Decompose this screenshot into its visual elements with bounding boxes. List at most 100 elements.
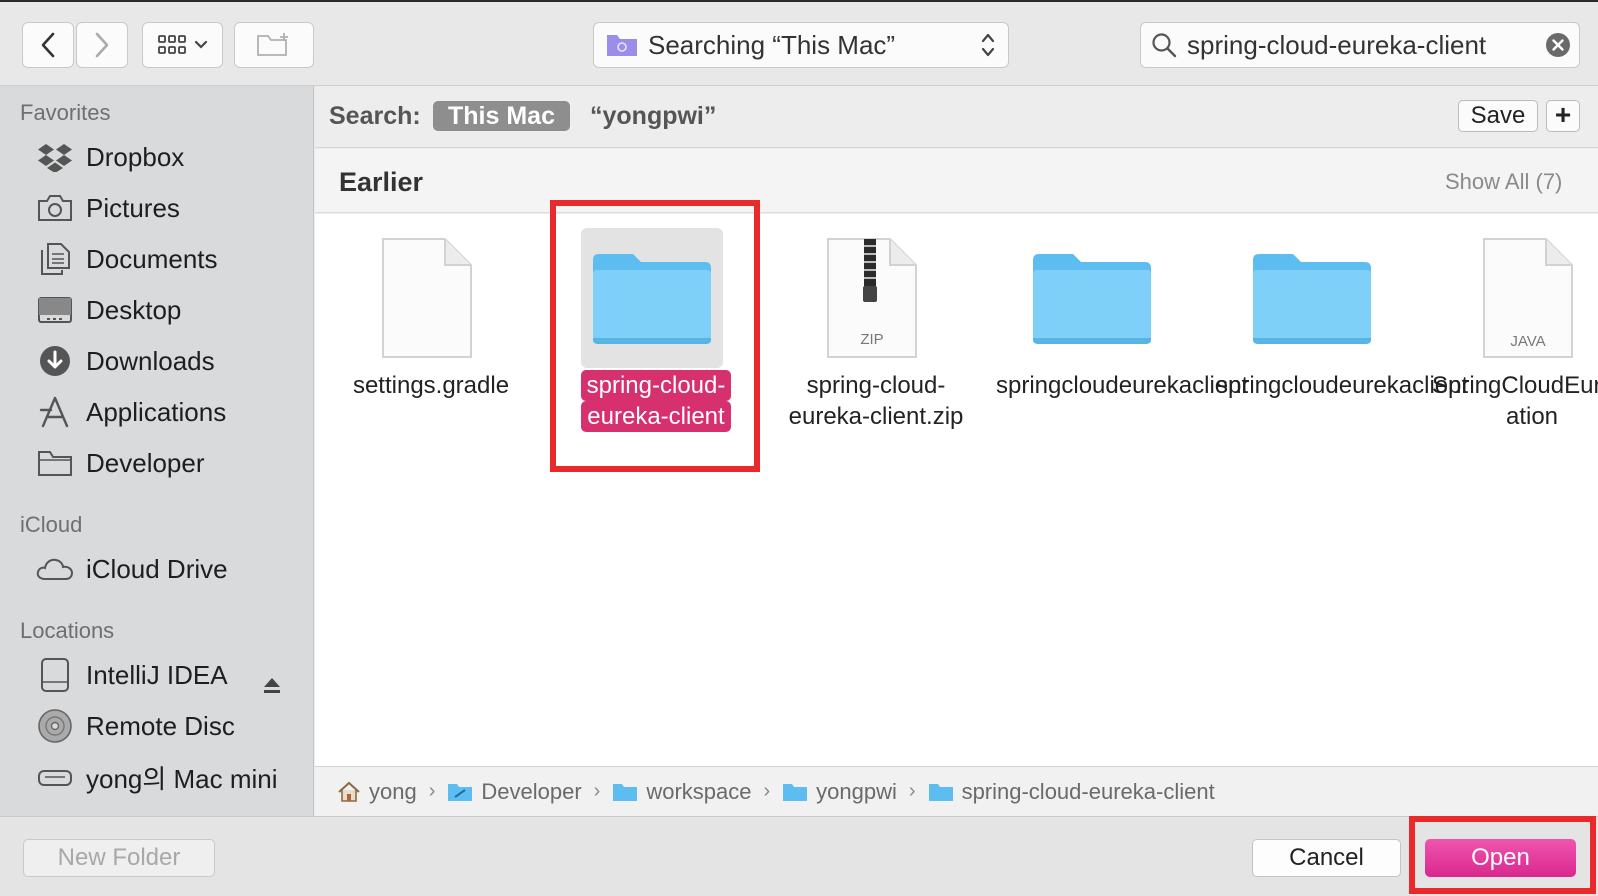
path-crumb-label: workspace	[646, 778, 752, 804]
cloud-icon	[36, 552, 74, 586]
sidebar-item-label: Documents	[86, 243, 218, 274]
sidebar-item-label: Downloads	[86, 345, 215, 376]
folder-icon	[1021, 228, 1163, 368]
show-all-link[interactable]: Show All (7)	[1445, 169, 1562, 195]
sidebar-item-icloud-drive[interactable]: iCloud Drive	[36, 549, 228, 589]
sidebar-item-intellij-idea[interactable]: IntelliJ IDEA	[36, 655, 228, 695]
sidebar-item-downloads[interactable]: Downloads	[36, 341, 215, 381]
locations-heading: Locations	[20, 618, 115, 643]
folder-icon	[782, 782, 808, 802]
save-search-button[interactable]: Save	[1458, 100, 1538, 132]
add-criteria-button[interactable]: +	[1546, 100, 1580, 132]
disc-icon	[36, 709, 74, 743]
section-header: Earlier Show All (7)	[315, 149, 1598, 213]
search-input[interactable]: spring-cloud-eureka-client	[1187, 30, 1545, 61]
chevron-right-icon: ›	[763, 780, 771, 802]
back-button[interactable]	[22, 22, 74, 68]
sidebar-item-label: Developer	[86, 447, 205, 478]
forward-button[interactable]	[76, 22, 128, 68]
sidebar: Favorites Dropbox Pictures Documents Des…	[0, 86, 314, 816]
sidebar-item-label: Remote Disc	[86, 710, 235, 741]
open-button[interactable]: Open	[1425, 839, 1576, 877]
applications-icon	[36, 395, 74, 429]
file-name: spring-cloud-eureka-client	[580, 370, 732, 432]
folder-icon	[36, 446, 74, 480]
folder-icon	[928, 782, 954, 802]
chevron-right-icon: ›	[908, 780, 916, 802]
zip-archive-icon: ZIP	[801, 228, 943, 368]
file-name: springcloudeurekaclient	[996, 372, 1249, 399]
location-popup[interactable]: Searching “This Mac”	[593, 22, 1009, 68]
toolbar: Searching “This Mac” spring-cloud-eureka…	[0, 0, 1598, 86]
folder-icon	[612, 782, 638, 802]
path-crumb[interactable]: yong	[337, 779, 417, 805]
folder-icon	[1241, 228, 1383, 368]
new-folder-toolbar-button[interactable]	[234, 22, 314, 68]
scope-label: Search:	[329, 102, 421, 130]
search-folder-icon	[607, 35, 637, 56]
search-field[interactable]: spring-cloud-eureka-client	[1140, 22, 1580, 68]
zip-badge: ZIP	[860, 331, 883, 348]
dialog-button-bar: New Folder Cancel Open	[0, 816, 1598, 896]
sidebar-item-label: Desktop	[86, 294, 182, 325]
chevron-right-icon: ›	[428, 780, 436, 802]
path-crumb-label: spring-cloud-eureka-client	[961, 778, 1215, 804]
path-crumb-label: yong	[369, 778, 417, 804]
sidebar-item-label: yong의 Mac mini	[86, 763, 278, 794]
path-crumb[interactable]: Developer	[447, 779, 582, 805]
location-label: Searching “This Mac”	[648, 29, 896, 60]
camera-icon	[36, 191, 74, 225]
eject-icon[interactable]	[262, 675, 282, 695]
sidebar-item-documents[interactable]: Documents	[36, 239, 218, 279]
developer-folder-icon	[447, 782, 473, 802]
icloud-heading: iCloud	[20, 512, 83, 537]
path-crumb[interactable]: spring-cloud-eureka-client	[928, 779, 1215, 805]
home-icon	[337, 781, 361, 803]
cancel-button[interactable]: Cancel	[1252, 839, 1401, 877]
view-options-button[interactable]	[142, 22, 223, 68]
computer-icon	[36, 760, 74, 794]
sidebar-item-developer[interactable]: Developer	[36, 443, 205, 483]
path-crumb[interactable]: workspace	[612, 778, 752, 805]
icon-grid-icon	[157, 35, 186, 54]
path-bar: yong › Developer › workspace › yongpwi ›…	[315, 766, 1598, 816]
chevron-down-icon	[194, 40, 207, 49]
file-name: settings.gradle	[352, 372, 510, 399]
file-name: SpringCloudEurekaClient…ation	[1432, 372, 1598, 430]
disk-icon	[36, 658, 74, 692]
sidebar-item-label: Dropbox	[86, 141, 185, 172]
sidebar-item-remote-disc[interactable]: Remote Disc	[36, 706, 235, 746]
chevron-right-icon	[95, 32, 109, 58]
documents-icon	[36, 242, 74, 276]
chevron-right-icon: ›	[593, 780, 601, 802]
java-badge: JAVA	[1510, 333, 1545, 350]
sidebar-item-label: IntelliJ IDEA	[86, 659, 228, 690]
new-folder-icon	[257, 33, 288, 56]
document-icon	[356, 228, 498, 368]
sidebar-item-label: Applications	[86, 396, 227, 427]
file-name: springcloudeurekaclient	[1216, 372, 1469, 399]
sidebar-item-desktop[interactable]: Desktop	[36, 290, 181, 330]
search-icon	[1152, 33, 1177, 58]
java-file-icon: JAVA	[1457, 228, 1598, 368]
sidebar-item-pictures[interactable]: Pictures	[36, 188, 180, 228]
favorites-heading: Favorites	[20, 100, 111, 125]
download-icon	[36, 344, 74, 378]
clear-search-icon[interactable]	[1545, 32, 1571, 58]
scope-this-mac-button[interactable]: This Mac	[433, 101, 570, 131]
path-crumb[interactable]: yongpwi	[782, 779, 897, 805]
desktop-icon	[36, 293, 74, 327]
path-crumb-label: yongpwi	[816, 778, 897, 804]
new-folder-button[interactable]: New Folder	[23, 839, 215, 877]
sidebar-item-dropbox[interactable]: Dropbox	[36, 137, 184, 177]
dropbox-icon	[36, 140, 74, 174]
updown-chevron-icon	[981, 33, 995, 57]
sidebar-item-applications[interactable]: Applications	[36, 392, 226, 432]
file-grid: settings.gradle spring-cloud-eureka-clie…	[315, 214, 1598, 766]
sidebar-item-mac-mini[interactable]: yong의 Mac mini	[36, 757, 278, 797]
scope-folder-button[interactable]: “yongpwi”	[590, 102, 716, 131]
file-name: spring-cloud-eureka-client.zip	[788, 372, 964, 430]
section-title: Earlier	[339, 167, 424, 197]
folder-icon	[581, 228, 723, 368]
search-scope-bar: Search: This Mac “yongpwi” Save +	[315, 86, 1598, 148]
